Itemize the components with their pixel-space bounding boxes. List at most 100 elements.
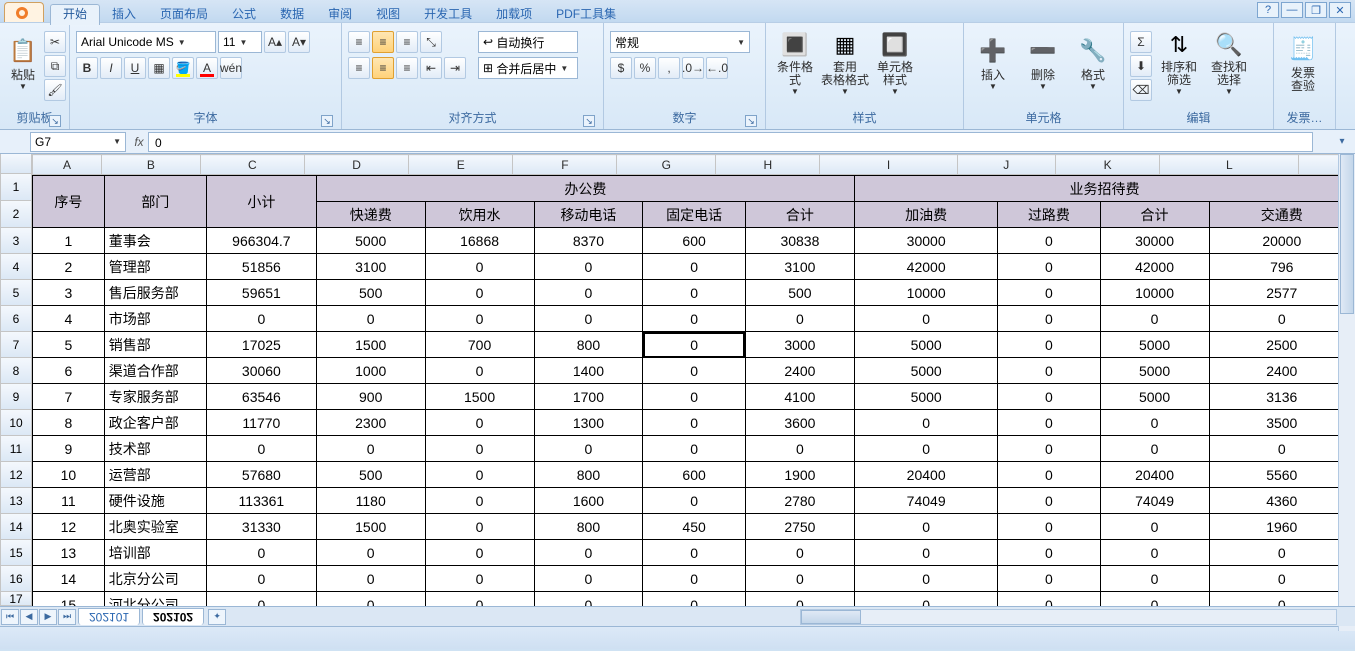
cell[interactable]: 9 <box>33 436 105 462</box>
cell[interactable]: 20400 <box>854 462 997 488</box>
name-box[interactable]: G7▼ <box>30 132 126 152</box>
sub-header[interactable]: 快递费 <box>316 202 425 228</box>
cell[interactable]: 运营部 <box>104 462 206 488</box>
cell[interactable]: 500 <box>316 462 425 488</box>
cell[interactable]: 113361 <box>206 488 316 514</box>
cell[interactable]: 0 <box>534 254 643 280</box>
cell[interactable]: 5560 <box>1209 462 1354 488</box>
row-header-11[interactable]: 11 <box>0 436 32 462</box>
find-select-button[interactable]: 🔍查找和 选择▼ <box>1206 25 1252 97</box>
cell[interactable]: 0 <box>425 436 534 462</box>
align-center-button[interactable]: ≡ <box>372 57 394 79</box>
table-row[interactable]: 5销售部170251500700800030005000050002500 <box>33 332 1355 358</box>
cell[interactable]: 0 <box>1209 540 1354 566</box>
cell[interactable]: 0 <box>534 592 643 607</box>
cell[interactable]: 0 <box>316 566 425 592</box>
cell[interactable]: 0 <box>206 306 316 332</box>
office-button[interactable] <box>4 2 44 22</box>
dialog-launcher[interactable]: ↘ <box>321 115 333 127</box>
cell[interactable]: 0 <box>854 306 997 332</box>
cell[interactable]: 0 <box>998 592 1100 607</box>
cell[interactable]: 0 <box>534 306 643 332</box>
cell[interactable]: 1500 <box>425 384 534 410</box>
row-header-9[interactable]: 9 <box>0 384 32 410</box>
cell[interactable]: 3 <box>33 280 105 306</box>
cell[interactable]: 3136 <box>1209 384 1354 410</box>
ribbon-tab-7[interactable]: 开发工具 <box>412 5 484 25</box>
column-header-F[interactable]: F <box>513 155 617 175</box>
cell[interactable]: 20400 <box>1100 462 1209 488</box>
header-seq[interactable]: 序号 <box>33 176 105 228</box>
cell[interactable]: 600 <box>643 228 746 254</box>
cell[interactable]: 0 <box>534 540 643 566</box>
table-row[interactable]: 4市场部0000000000 <box>33 306 1355 332</box>
increase-decimal-button[interactable]: .0→ <box>682 57 704 79</box>
cell[interactable]: 30000 <box>1100 228 1209 254</box>
table-row[interactable]: 1董事会966304.75000168688370600308383000003… <box>33 228 1355 254</box>
select-all-corner[interactable] <box>0 154 32 174</box>
cell[interactable]: 13 <box>33 540 105 566</box>
decrease-decimal-button[interactable]: ←.0 <box>706 57 728 79</box>
cell[interactable]: 0 <box>1100 306 1209 332</box>
cell[interactable]: 700 <box>425 332 534 358</box>
align-middle-button[interactable]: ≡ <box>372 31 394 53</box>
row-header-5[interactable]: 5 <box>0 280 32 306</box>
cell[interactable]: 2577 <box>1209 280 1354 306</box>
row-header-17[interactable]: 17 <box>0 592 32 606</box>
cell[interactable]: 0 <box>206 540 316 566</box>
cell[interactable]: 7 <box>33 384 105 410</box>
cell[interactable]: 管理部 <box>104 254 206 280</box>
cell[interactable]: 600 <box>643 462 746 488</box>
ribbon-tab-9[interactable]: PDF工具集 <box>544 5 628 25</box>
cell[interactable]: 专家服务部 <box>104 384 206 410</box>
cell[interactable]: 0 <box>745 592 854 607</box>
cell[interactable]: 0 <box>998 254 1100 280</box>
cell[interactable]: 1600 <box>534 488 643 514</box>
table-row[interactable]: 7专家服务部6354690015001700041005000050003136 <box>33 384 1355 410</box>
cell[interactable]: 0 <box>1100 410 1209 436</box>
cell[interactable]: 12 <box>33 514 105 540</box>
cell[interactable]: 河北分公司 <box>104 592 206 607</box>
help-icon[interactable]: ? <box>1257 2 1279 18</box>
cell[interactable]: 6 <box>33 358 105 384</box>
cell[interactable]: 0 <box>998 228 1100 254</box>
indent-decrease-button[interactable]: ⇤ <box>420 57 442 79</box>
row-header-8[interactable]: 8 <box>0 358 32 384</box>
cell[interactable]: 0 <box>998 514 1100 540</box>
align-bottom-button[interactable]: ≡ <box>396 31 418 53</box>
cell[interactable]: 900 <box>316 384 425 410</box>
cell[interactable]: 4100 <box>745 384 854 410</box>
cell[interactable]: 0 <box>998 332 1100 358</box>
phonetic-button[interactable]: wén <box>220 57 242 79</box>
scrollbar-thumb[interactable] <box>801 610 861 624</box>
cell[interactable]: 30060 <box>206 358 316 384</box>
cell[interactable]: 2400 <box>745 358 854 384</box>
table-row[interactable]: 3售后服务部59651500000500100000100002577 <box>33 280 1355 306</box>
font-name-select[interactable]: Arial Unicode MS▼ <box>76 31 216 53</box>
cell[interactable]: 5000 <box>1100 332 1209 358</box>
cell[interactable]: 2 <box>33 254 105 280</box>
cell[interactable]: 0 <box>643 488 746 514</box>
row-header-13[interactable]: 13 <box>0 488 32 514</box>
cell[interactable]: 2300 <box>316 410 425 436</box>
align-right-button[interactable]: ≡ <box>396 57 418 79</box>
sub-header[interactable]: 过路费 <box>998 202 1100 228</box>
wrap-text-button[interactable]: ↩ 自动换行 <box>478 31 578 53</box>
tab-first-button[interactable]: ⏮ <box>1 609 19 625</box>
comma-button[interactable]: , <box>658 57 680 79</box>
cell[interactable]: 42000 <box>854 254 997 280</box>
cell[interactable]: 0 <box>425 592 534 607</box>
cell[interactable]: 800 <box>534 462 643 488</box>
column-header-D[interactable]: D <box>304 155 408 175</box>
cell[interactable]: 10000 <box>1100 280 1209 306</box>
cell[interactable]: 0 <box>1209 436 1354 462</box>
table-row[interactable]: 10运营部5768050008006001900204000204005560 <box>33 462 1355 488</box>
cell[interactable]: 63546 <box>206 384 316 410</box>
font-color-button[interactable]: A <box>196 57 218 79</box>
column-header-C[interactable]: C <box>200 155 304 175</box>
ribbon-tab-6[interactable]: 视图 <box>364 5 412 25</box>
italic-button[interactable]: I <box>100 57 122 79</box>
cell[interactable]: 0 <box>643 540 746 566</box>
cell[interactable]: 0 <box>998 280 1100 306</box>
paste-button[interactable]: 📋 粘贴 ▼ <box>6 25 40 97</box>
